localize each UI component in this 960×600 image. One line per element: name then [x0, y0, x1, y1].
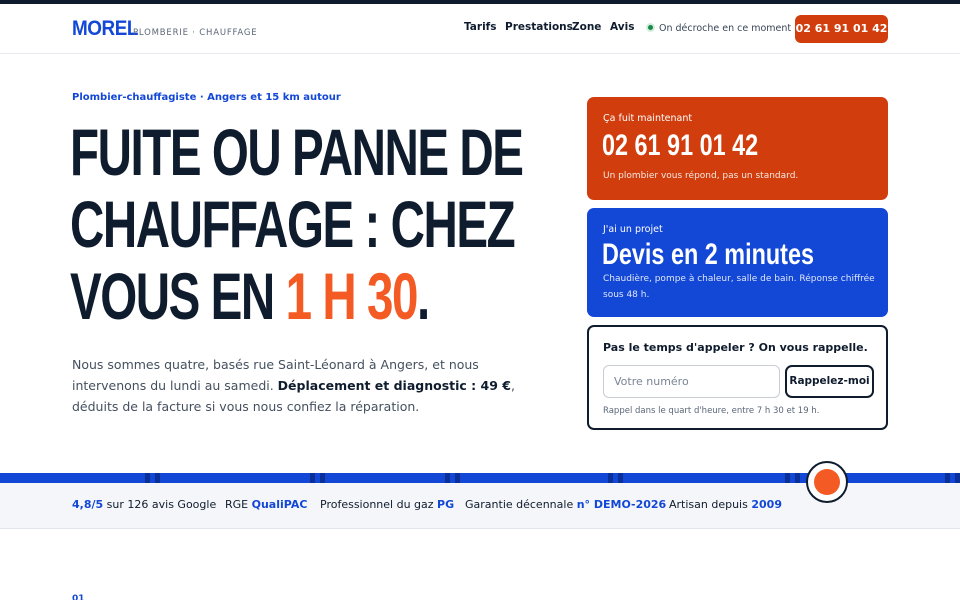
- quote-card-note: Chaudière, pompe à chaleur, salle de bai…: [603, 274, 875, 300]
- callback-card: Pas le temps d'appeler ? On vous rappell…: [587, 325, 888, 430]
- trust-artisan: Artisan depuis 2009: [669, 498, 782, 511]
- urgent-card-label: Ça fuit maintenant: [603, 113, 693, 124]
- trust-warranty: Garantie décennale n° DEMO-2026: [465, 498, 667, 511]
- callback-title: Pas le temps d'appeler ? On vous rappell…: [603, 341, 868, 354]
- hero-kicker: Plombier-chauffagiste · Angers et 15 km …: [72, 92, 341, 103]
- pipe-joint: [785, 473, 790, 483]
- pipe-joint: [608, 473, 613, 483]
- online-dot-icon: [646, 23, 655, 32]
- hero-title-line1: FUITE OU PANNE DE: [70, 115, 524, 189]
- hero-text-price: Déplacement et diagnostic : 49 €: [277, 378, 511, 393]
- urgent-call-card[interactable]: Ça fuit maintenant 02 61 91 01 42 Un plo…: [587, 97, 888, 200]
- hero-description: Nous sommes quatre, basés rue Saint-Léon…: [72, 354, 542, 417]
- quote-card[interactable]: J'ai un projet Devis en 2 minutes Chaudi…: [587, 208, 888, 317]
- availability-status: On décroche en ce moment: [646, 23, 791, 34]
- section-number: 01: [72, 594, 85, 600]
- pipe-joint: [945, 473, 950, 483]
- quote-card-label: J'ai un projet: [603, 224, 663, 235]
- pipe-joint: [310, 473, 315, 483]
- pipe-joint: [320, 473, 325, 483]
- pipe-joint: [618, 473, 623, 483]
- site-header: MOREL PLOMBERIE · CHAUFFAGE Tarifs Prest…: [0, 4, 960, 54]
- pipe-joint: [145, 473, 150, 483]
- pipe-joint: [955, 473, 960, 483]
- urgent-card-note: Un plombier vous répond, pas un standard…: [603, 171, 799, 181]
- callback-phone-input[interactable]: [603, 365, 780, 398]
- pipe-joint: [445, 473, 450, 483]
- nav-link-avis[interactable]: Avis: [610, 21, 634, 33]
- hero-title-highlight: 1 H 30: [285, 259, 419, 333]
- trust-rge: RGE QualiPAC: [225, 498, 308, 511]
- pipe-joint: [795, 473, 800, 483]
- hero-title-period: .: [416, 259, 430, 333]
- callback-note: Rappel dans le quart d'heure, entre 7 h …: [603, 406, 820, 416]
- quote-card-title: Devis en 2 minutes: [602, 238, 814, 271]
- hero-title-line3: VOUS EN: [70, 259, 286, 333]
- trust-gas: Professionnel du gaz PG: [320, 498, 455, 511]
- hero-title: FUITE OU PANNE DE CHAUFFAGE : CHEZ VOUS …: [70, 116, 524, 333]
- valve-icon: [806, 461, 848, 503]
- availability-text: On décroche en ce moment: [659, 23, 792, 34]
- nav-link-tarifs[interactable]: Tarifs: [464, 21, 497, 33]
- header-phone-button[interactable]: 02 61 91 01 42: [795, 15, 888, 43]
- trust-rating: 4,8/5 sur 126 avis Google: [72, 498, 217, 511]
- logo[interactable]: MOREL: [72, 17, 138, 41]
- hero-title-line2: CHAUFFAGE : CHEZ: [70, 187, 516, 261]
- nav-link-zone[interactable]: Zone: [572, 21, 601, 33]
- logo-tagline: PLOMBERIE · CHAUFFAGE: [133, 28, 258, 38]
- callback-submit-button[interactable]: Rappelez-moi: [785, 365, 874, 398]
- pipe-joint: [155, 473, 160, 483]
- pipe-joint: [455, 473, 460, 483]
- nav-link-prestations[interactable]: Prestations: [505, 21, 573, 33]
- valve-core: [814, 469, 840, 495]
- urgent-card-phone[interactable]: 02 61 91 01 42: [602, 129, 758, 163]
